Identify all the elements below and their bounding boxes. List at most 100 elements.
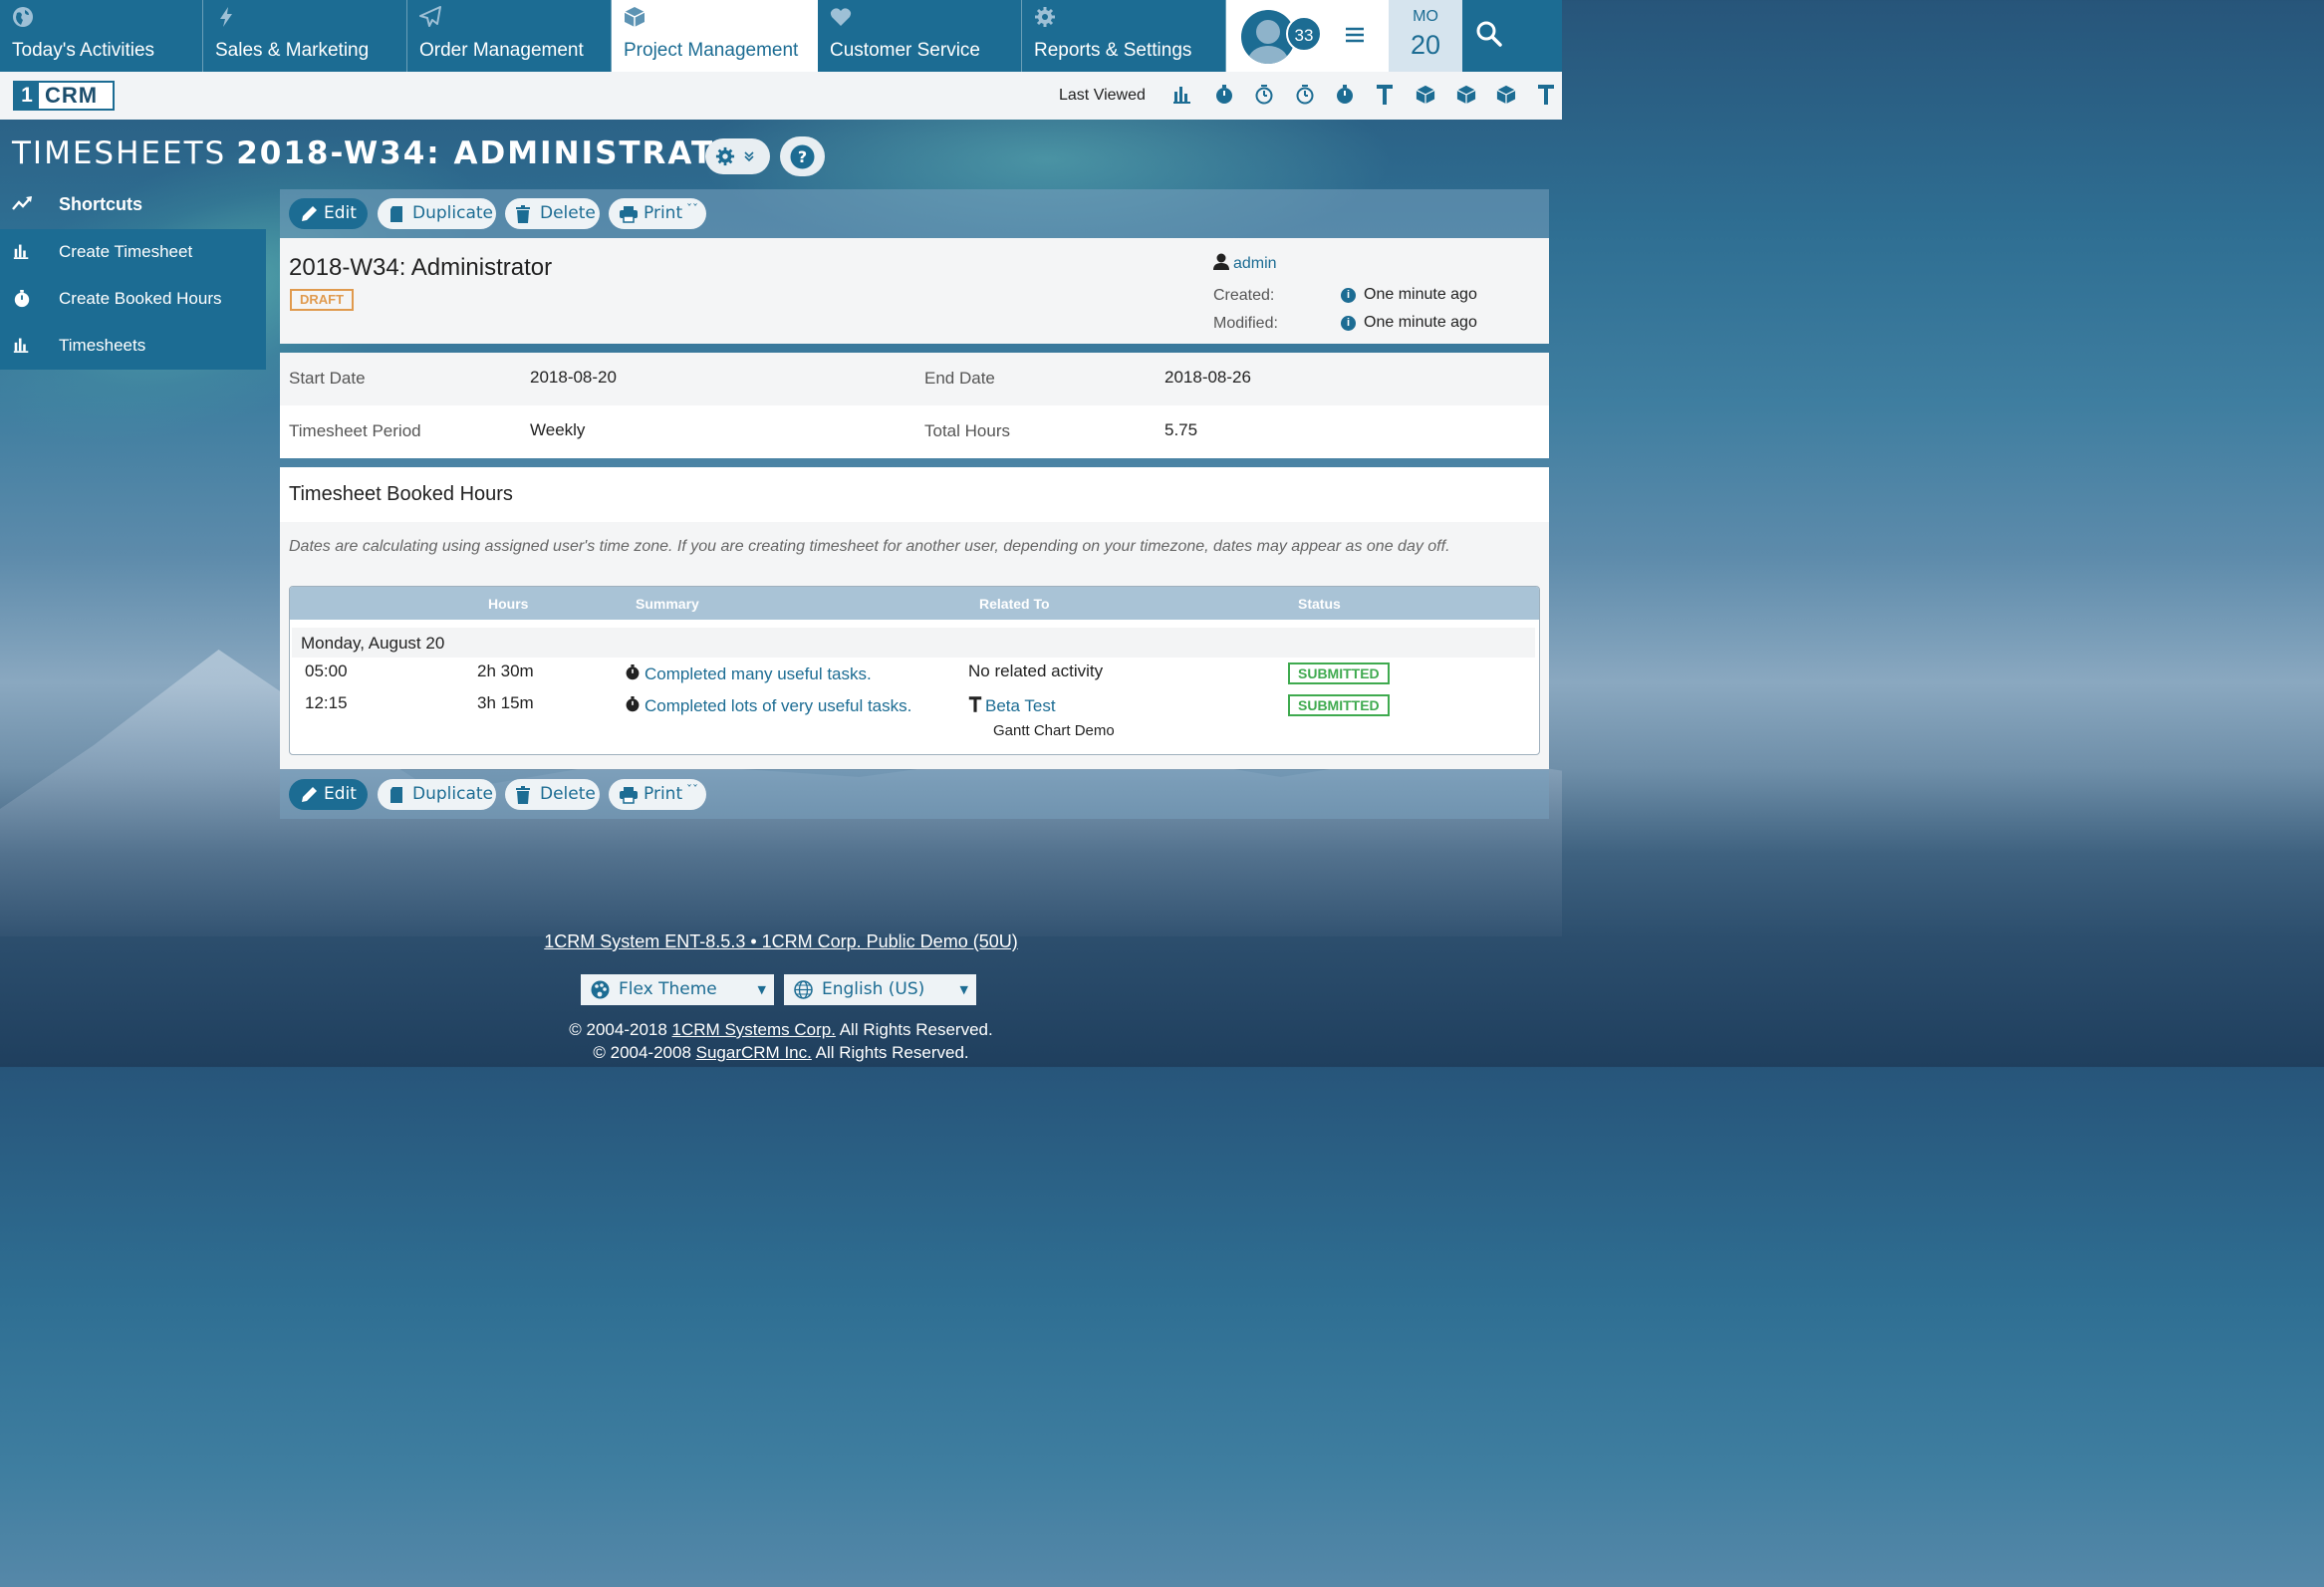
delete-button[interactable]: Delete [505,198,600,229]
record-settings-button[interactable] [705,138,770,174]
notification-count-badge[interactable]: 33 [1286,16,1322,52]
sidebar-item-timesheets[interactable]: Timesheets [0,323,266,370]
trash-icon [516,205,530,223]
modified-label: Modified: [1213,315,1278,332]
row-related-to-link[interactable]: Beta Test [968,695,1056,716]
row-related-parent: Gantt Chart Demo [993,722,1115,739]
record-title: 2018-W34: ADMINISTRATOR [236,135,769,171]
print-button[interactable]: Print ˇˇ [609,779,706,810]
module-name: TIMESHEETS [12,135,227,171]
last-viewed-icons [1171,84,1575,108]
alarm-clock-icon[interactable] [1293,84,1334,108]
shortcut-list: Create Timesheet Create Booked Hours Tim… [0,229,266,370]
help-button[interactable]: ? [780,136,825,176]
start-date-value: 2018-08-20 [530,368,617,387]
stopwatch-icon[interactable] [1212,84,1253,108]
secondary-bar: 1 CRM Last Viewed [0,72,1562,120]
calendar-date-button[interactable]: MO 20 [1389,0,1462,72]
cube-icon[interactable] [1454,84,1495,108]
bar-chart-icon [13,244,29,259]
sidebar-item-create-booked-hours[interactable]: Create Booked Hours [0,276,266,323]
hamburger-menu-icon[interactable] [1344,24,1366,46]
column-header-hours[interactable]: Hours [488,596,528,612]
1crm-systems-link[interactable]: 1CRM Systems Corp. [672,1020,836,1039]
timesheet-period-label: Timesheet Period [289,421,421,440]
row-time: 12:15 [305,693,348,712]
info-icon[interactable]: i [1341,316,1356,331]
row-summary-link[interactable]: Completed many useful tasks. [625,663,872,684]
t-hammer-icon[interactable] [1535,84,1576,108]
booked-hours-table: Hours Summary Related To Status Monday, … [289,586,1540,755]
bolt-icon [220,7,232,27]
trending-up-icon [12,196,32,210]
tab-customer-service[interactable]: Customer Service [818,0,1022,72]
total-hours-value: 5.75 [1164,420,1198,439]
duplicate-button[interactable]: Duplicate [378,779,496,810]
assigned-user-link[interactable]: admin [1213,253,1277,273]
copy-icon [390,787,402,803]
dropdown-arrow-icon: ▼ [757,983,766,996]
last-viewed-label: Last Viewed [1059,87,1146,104]
t-hammer-icon [968,696,982,712]
tab-todays-activities[interactable]: Today's Activities [0,0,203,72]
copy-icon [390,206,402,222]
sidebar-item-create-timesheet[interactable]: Create Timesheet [0,229,266,276]
column-header-status[interactable]: Status [1298,596,1341,612]
column-header-summary[interactable]: Summary [636,596,699,612]
created-label: Created: [1213,287,1275,304]
calendar-day-of-week: MO [1413,8,1438,25]
tab-sales-marketing[interactable]: Sales & Marketing [203,0,407,72]
tab-order-management[interactable]: Order Management [407,0,612,72]
delete-button[interactable]: Delete [505,779,600,810]
search-icon [1476,21,1502,47]
theme-select[interactable]: Flex Theme ▼ [581,974,774,1005]
tab-reports-settings[interactable]: Reports & Settings [1022,0,1226,72]
info-icon[interactable]: i [1341,288,1356,303]
day-group-header: Monday, August 20 [292,628,1535,658]
bar-chart-icon[interactable] [1171,84,1212,108]
row-related-to: No related activity [968,661,1104,680]
stopwatch-icon [14,290,30,308]
dropdown-arrow-icon: ▼ [959,983,968,996]
record-name: 2018-W34: Administrator [289,254,553,281]
booked-hours-panel: Timesheet Booked Hours Dates are calcula… [280,467,1549,769]
print-button[interactable]: Print ˇˇ [609,198,706,229]
trash-icon [516,786,530,804]
row-summary-link[interactable]: Completed lots of very useful tasks. [625,695,911,716]
booked-hours-title: Timesheet Booked Hours [289,483,513,505]
t-hammer-icon[interactable] [1374,84,1415,108]
language-select[interactable]: English (US) ▼ [784,974,976,1005]
1crm-logo[interactable]: 1 CRM [13,81,115,111]
action-bar-bottom: Edit Duplicate Delete Print ˇˇ [280,770,1549,819]
cube-icon[interactable] [1494,84,1535,108]
question-circle-icon: ? [790,144,815,169]
alarm-clock-icon[interactable] [1252,84,1293,108]
cube-icon[interactable] [1414,84,1454,108]
heart-icon [830,8,852,27]
status-badge: SUBMITTED [1288,662,1390,684]
edit-button[interactable]: Edit [289,779,368,810]
stopwatch-icon[interactable] [1333,84,1374,108]
chevron-down-icon [744,151,754,162]
gear-icon [1035,7,1055,27]
bar-chart-icon [13,338,29,353]
action-bar-top: Edit Duplicate Delete Print ˇˇ [280,189,1549,238]
duplicate-button[interactable]: Duplicate [378,198,496,229]
row-time: 05:00 [305,661,348,680]
user-menu[interactable]: 33 [1226,0,1389,72]
edit-button[interactable]: Edit [289,198,368,229]
row-hours: 2h 30m [477,661,534,680]
search-button[interactable] [1462,0,1562,72]
user-icon [1213,253,1229,270]
sugarcrm-link[interactable]: SugarCRM Inc. [696,1043,812,1062]
printer-icon [620,206,638,223]
timesheet-period-value: Weekly [530,420,586,439]
system-version-link[interactable]: 1CRM System ENT-8.5.3 • 1CRM Corp. Publi… [0,931,1562,952]
record-header: 2018-W34: Administrator DRAFT admin Crea… [280,238,1549,344]
column-header-related-to[interactable]: Related To [979,596,1050,612]
gear-icon [715,146,735,166]
row-hours: 3h 15m [477,693,534,712]
tab-project-management[interactable]: Project Management [612,0,818,72]
cube-icon [624,7,646,27]
end-date-label: End Date [924,369,995,388]
